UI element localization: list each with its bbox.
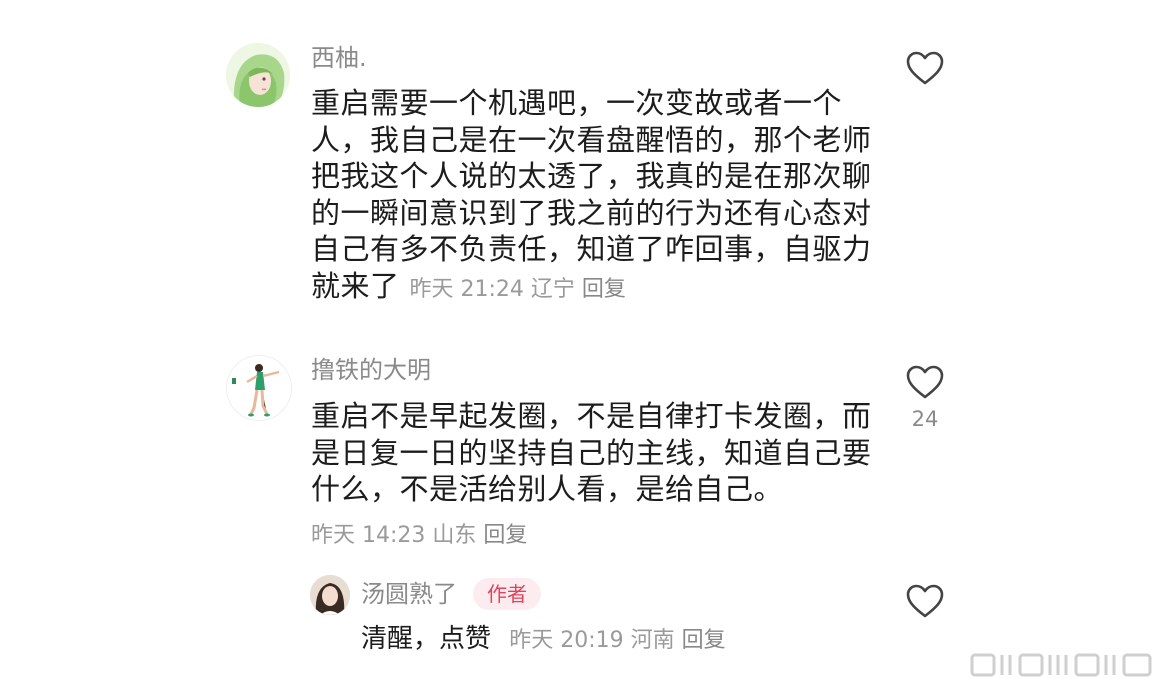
avatar-image [226,43,290,107]
like-heart-icon[interactable] [905,50,945,86]
comment-meta: 昨天 14:23 山东 回复 [311,517,527,549]
reply-text-line: 清醒，点赞 昨天 20:19 河南 回复 [361,622,726,658]
comment-line: 什么，不是活给别人看，是给自己。 [311,472,784,507]
reply-time-location: 昨天 20:19 河南 [509,628,675,653]
reply-author-name[interactable]: 汤圆熟了 [361,579,457,609]
reply-button[interactable]: 回复 [483,523,527,548]
comment-author-name[interactable]: 撸铁的大明 [311,355,431,385]
reply-button[interactable]: 回复 [682,628,726,653]
comment-line: 重启需要一个机遇吧，一次变故或者一个 [311,86,843,120]
comment-line: 是日复一日的坚持自己的主线，知道自己要 [311,435,872,470]
avatar-image [227,356,291,420]
comment-line: 人，我自己是在一次看盘醒悟的，那个老师 [311,122,872,157]
reply-meta: 昨天 20:19 河南 回复 [509,628,725,653]
avatar-image [310,575,350,615]
comment-line: 自己有多不负责任，知道了咋回事，自驱力 [311,232,872,267]
comment-author-name[interactable]: 西柚. [311,43,367,73]
comment-line-with-meta: 就来了 昨天 21:24 辽宁 回复 [311,268,872,309]
comment-line: 的一瞬间意识到了我之前的行为还有心态对 [311,195,872,230]
comment-line: 重启不是早起发圈，不是自律打卡发圈，而 [311,399,872,433]
avatar[interactable] [226,355,292,421]
author-badge: 作者 [473,578,541,610]
like-heart-icon[interactable] [905,583,945,619]
reply-text: 清醒，点赞 [361,624,492,654]
like-count: 24 [911,407,939,431]
like-heart-icon[interactable] [905,364,945,400]
comment-text: 重启不是早起发圈，不是自律打卡发圈，而 是日复一日的坚持自己的主线，知道自己要 … [311,398,872,508]
avatar[interactable] [226,43,290,107]
reply-button[interactable]: 回复 [582,277,626,302]
comment-line: 就来了 [311,268,400,303]
comment-time-location: 昨天 21:24 辽宁 [409,276,575,302]
weibo-watermark-icon [970,653,1152,677]
avatar[interactable] [310,575,350,615]
comment-time-location: 昨天 14:23 山东 [311,523,477,548]
comment-text: 重启需要一个机遇吧，一次变故或者一个 人，我自己是在一次看盘醒悟的，那个老师 把… [311,85,872,309]
comment-line: 把我这个人说的太透了，我真的是在那次聊 [311,159,872,194]
comment-meta: 昨天 21:24 辽宁 回复 [410,277,626,302]
